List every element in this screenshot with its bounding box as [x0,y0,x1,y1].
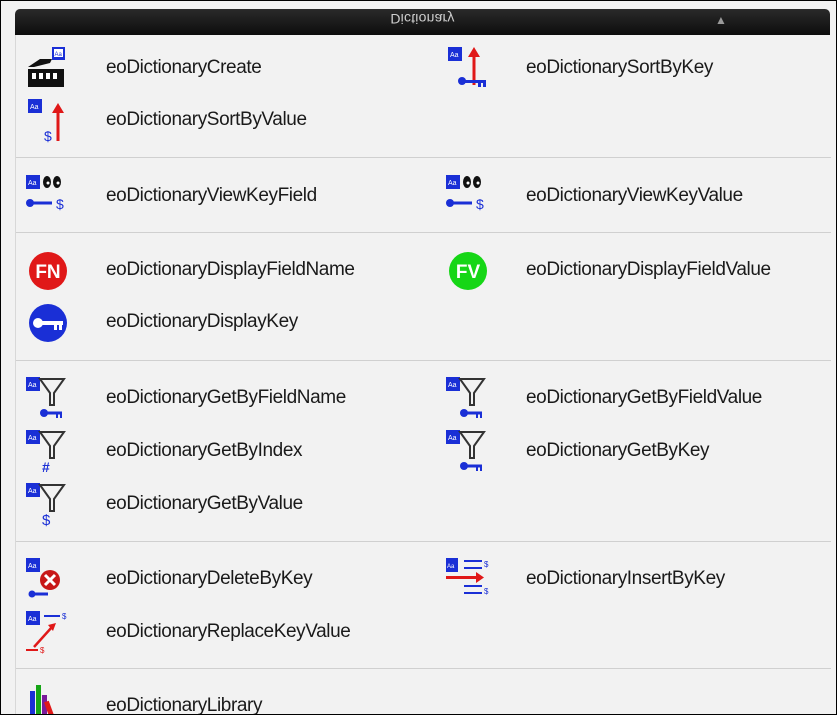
svg-text:$: $ [56,196,64,212]
library-icon [24,683,76,714]
function-palette: Aa eoDictionaryCreate Aa eoDictionarySor… [15,35,831,715]
group-divider [16,668,831,669]
item-library[interactable]: eoDictionaryLibrary [24,683,263,715]
item-label: eoDictionaryDisplayFieldValue [526,259,771,280]
item-label: eoDictionaryInsertByKey [526,568,725,589]
svg-text:Aa: Aa [448,435,457,442]
item-get-by-key[interactable]: Aa eoDictionaryGetByKey [444,428,710,474]
svg-text:Aa: Aa [28,382,37,389]
svg-text:$: $ [44,128,52,143]
view-key-field-icon: Aa $ [24,173,76,219]
item-view-key-field[interactable]: Aa $ eoDictionaryViewKeyField [24,173,317,219]
item-delete-by-key[interactable]: Aa eoDictionaryDeleteByKey [24,556,313,602]
item-get-by-field-name[interactable]: Aa eoDictionaryGetByFieldName [24,375,346,421]
item-get-by-value[interactable]: Aa $ eoDictionaryGetByValue [24,481,303,527]
item-label: eoDictionaryGetByFieldName [106,387,346,408]
svg-text:$: $ [62,612,67,621]
dictionary-create-icon: Aa [24,45,76,91]
svg-text:$: $ [40,646,45,655]
filter-dollar-icon: Aa $ [24,481,76,527]
item-label: eoDictionaryDisplayKey [106,311,298,332]
group-divider [16,232,831,233]
svg-text:$: $ [42,512,51,527]
svg-text:FN: FN [35,262,60,283]
item-label: eoDictionarySortByValue [106,109,307,130]
item-label: eoDictionaryDisplayFieldName [106,259,355,280]
fv-badge-icon: FV [444,247,496,293]
title-bar[interactable]: Dictionary ▲ [15,9,830,35]
svg-text:Aa: Aa [448,382,457,389]
item-insert-by-key[interactable]: Aa $ $ eoDictionaryInsertByKey [444,556,725,602]
item-display-field-name[interactable]: FN eoDictionaryDisplayFieldName [24,247,355,293]
item-sort-by-key[interactable]: Aa eoDictionarySortByKey [444,45,713,91]
item-get-by-field-value[interactable]: Aa eoDictionaryGetByFieldValue [444,375,762,421]
filter-index-icon: Aa # [24,428,76,474]
pin-icon[interactable]: ▲ [715,13,727,27]
item-label: eoDictionaryGetByFieldValue [526,387,762,408]
view-key-value-icon: Aa $ [444,173,496,219]
filter-key-icon: Aa [444,375,496,421]
svg-text:Aa: Aa [28,616,37,623]
filter-key-icon: Aa [24,375,76,421]
svg-text:Aa: Aa [447,564,455,570]
svg-text:Aa: Aa [28,488,37,495]
item-label: eoDictionaryReplaceKeyValue [106,621,351,642]
svg-text:$: $ [484,587,489,596]
group-divider [16,157,831,158]
insert-icon: Aa $ $ [444,556,496,602]
group-divider [16,541,831,542]
item-display-key[interactable]: eoDictionaryDisplayKey [24,299,298,345]
svg-text:$: $ [476,196,484,212]
item-label: eoDictionaryDeleteByKey [106,568,313,589]
group-divider [16,360,831,361]
item-view-key-value[interactable]: Aa $ eoDictionaryViewKeyValue [444,173,743,219]
item-label: eoDictionarySortByKey [526,57,713,78]
svg-text:Aa: Aa [28,563,37,570]
item-label: eoDictionaryGetByValue [106,493,303,514]
item-dictionary-create[interactable]: Aa eoDictionaryCreate [24,45,262,91]
replace-icon: Aa $ $ [24,609,76,655]
item-label: eoDictionaryCreate [106,57,262,78]
item-label: eoDictionaryViewKeyField [106,185,317,206]
item-sort-by-value[interactable]: Aa $ eoDictionarySortByValue [24,97,307,143]
item-replace-key-value[interactable]: Aa $ $ eoDictionaryReplaceKeyValue [24,609,351,655]
svg-text:$: $ [484,560,489,569]
svg-text:Aa: Aa [55,52,63,58]
item-label: eoDictionaryGetByKey [526,440,710,461]
window-frame: Dictionary ▲ Aa eoDictionaryCreate Aa eo… [0,0,837,715]
svg-text:Aa: Aa [450,52,459,59]
window-title: Dictionary [390,11,455,27]
item-label: eoDictionaryGetByIndex [106,440,303,461]
item-label: eoDictionaryLibrary [106,695,263,715]
svg-text:#: # [42,459,50,474]
svg-text:FV: FV [456,262,481,283]
delete-icon: Aa [24,556,76,602]
fn-badge-icon: FN [24,247,76,293]
sort-by-value-icon: Aa $ [24,97,76,143]
item-label: eoDictionaryViewKeyValue [526,185,743,206]
item-get-by-index[interactable]: Aa # eoDictionaryGetByIndex [24,428,302,474]
svg-text:Aa: Aa [28,435,37,442]
sort-by-key-icon: Aa [444,45,496,91]
svg-text:Aa: Aa [448,180,457,187]
filter-key-icon: Aa [444,428,496,474]
item-display-field-value[interactable]: FV eoDictionaryDisplayFieldValue [444,247,771,293]
key-badge-icon [24,299,76,345]
svg-text:Aa: Aa [30,104,39,111]
svg-text:Aa: Aa [28,180,37,187]
